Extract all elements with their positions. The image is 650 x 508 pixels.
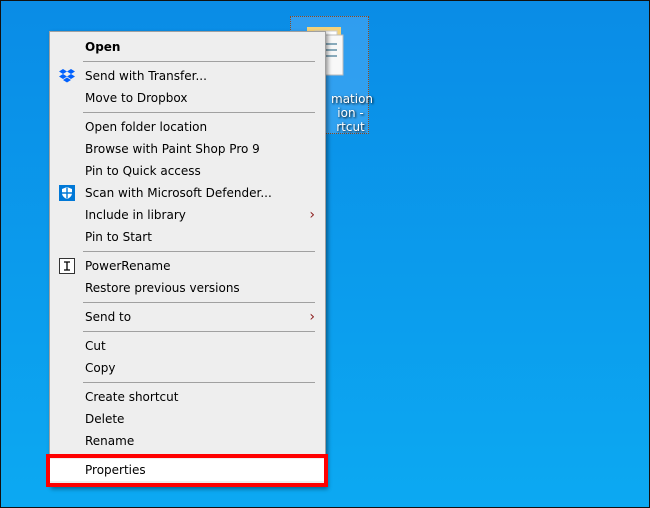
menu-item-label: Pin to Start <box>85 230 152 244</box>
menu-item-label: Rename <box>85 434 135 448</box>
menu-item-cut[interactable]: Cut <box>50 335 325 357</box>
menu-item-label: Include in library <box>85 208 186 222</box>
menu-item-move-to-dropbox[interactable]: Move to Dropbox <box>50 87 325 109</box>
desktop[interactable]: mation ion - rtcut Open Send with Transfe… <box>0 0 650 508</box>
menu-item-label: Open folder location <box>85 120 208 134</box>
menu-item-label: Restore previous versions <box>85 281 240 295</box>
menu-item-create-shortcut[interactable]: Create shortcut <box>50 386 325 408</box>
menu-item-label: Open <box>85 40 121 54</box>
menu-separator <box>50 328 325 335</box>
menu-item-label: Scan with Microsoft Defender... <box>85 186 272 200</box>
chevron-right-icon: › <box>309 309 315 325</box>
menu-item-pin-to-start[interactable]: Pin to Start <box>50 226 325 248</box>
menu-item-label: Send with Transfer... <box>85 69 207 83</box>
powerrename-icon <box>59 258 75 274</box>
menu-item-label: Browse with Paint Shop Pro 9 <box>85 142 260 156</box>
menu-item-rename[interactable]: Rename <box>50 430 325 452</box>
defender-shield-icon <box>59 185 75 201</box>
menu-item-label: Send to <box>85 310 132 324</box>
menu-item-label: Copy <box>85 361 116 375</box>
menu-separator <box>50 299 325 306</box>
chevron-right-icon: › <box>309 207 315 223</box>
menu-item-label: Pin to Quick access <box>85 164 201 178</box>
menu-item-copy[interactable]: Copy <box>50 357 325 379</box>
menu-item-powerrename[interactable]: PowerRename <box>50 255 325 277</box>
menu-item-label: PowerRename <box>85 259 171 273</box>
menu-item-open-folder-location[interactable]: Open folder location <box>50 116 325 138</box>
menu-item-scan-with-microsoft-defender[interactable]: Scan with Microsoft Defender... <box>50 182 325 204</box>
menu-item-label: Cut <box>85 339 106 353</box>
menu-item-delete[interactable]: Delete <box>50 408 325 430</box>
menu-item-pin-to-quick-access[interactable]: Pin to Quick access <box>50 160 325 182</box>
menu-separator <box>50 379 325 386</box>
menu-item-browse-with-paint-shop-pro-9[interactable]: Browse with Paint Shop Pro 9 <box>50 138 325 160</box>
menu-item-restore-previous-versions[interactable]: Restore previous versions <box>50 277 325 299</box>
menu-item-label: Delete <box>85 412 125 426</box>
context-menu: Open Send with Transfer... Move to Dropbox… <box>49 31 326 487</box>
menu-separator <box>50 248 325 255</box>
menu-item-label: Create shortcut <box>85 390 179 404</box>
menu-item-send-to[interactable]: Send to › <box>50 306 325 328</box>
menu-item-label: Move to Dropbox <box>85 91 188 105</box>
menu-item-include-in-library[interactable]: Include in library › <box>50 204 325 226</box>
dropbox-icon <box>59 68 75 84</box>
highlight-box <box>46 454 328 487</box>
menu-separator <box>50 58 325 65</box>
menu-separator <box>50 109 325 116</box>
menu-item-send-with-transfer[interactable]: Send with Transfer... <box>50 65 325 87</box>
menu-item-open[interactable]: Open <box>50 36 325 58</box>
